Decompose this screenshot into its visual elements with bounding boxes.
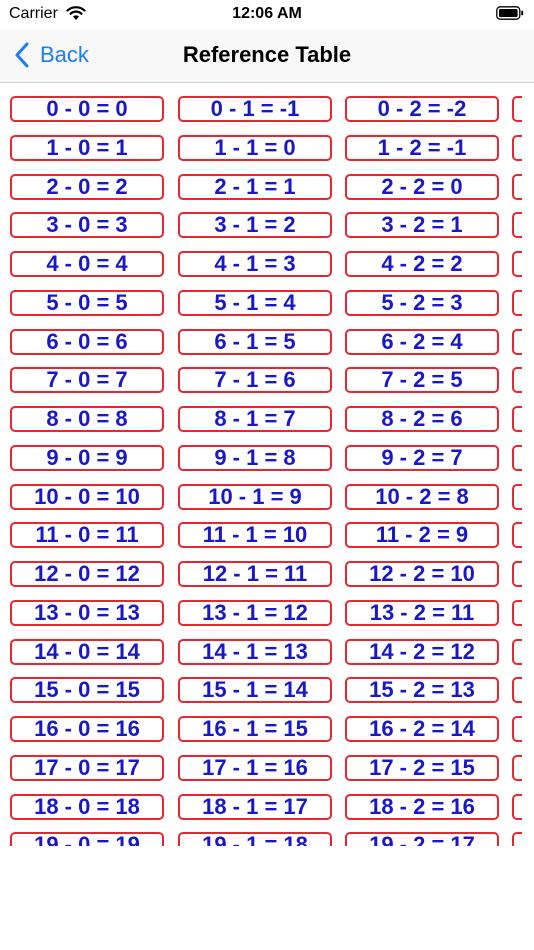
table-cell: 10 - 1 = 9 [178, 483, 332, 510]
table-cell: 3 - 1 = 2 [178, 212, 332, 239]
table-cell-offscreen [512, 716, 522, 742]
table-cell: 19 - 0 = 19 [10, 832, 164, 846]
table-cell: 4 - 0 = 4 [10, 251, 164, 277]
table-cell-offscreen [512, 832, 522, 846]
table-cell-offscreen [512, 599, 522, 626]
table-cell: 6 - 0 = 6 [10, 328, 164, 355]
table-cell-offscreen [512, 406, 522, 432]
table-cell-offscreen [512, 522, 522, 549]
page-title: Reference Table [182, 42, 352, 67]
table-cell: 18 - 1 = 17 [178, 793, 332, 820]
table-cell: 5 - 0 = 5 [10, 289, 164, 316]
table-cell: 15 - 0 = 15 [10, 677, 164, 704]
table-cell: 9 - 2 = 7 [345, 444, 499, 471]
table-cell: 1 - 2 = -1 [345, 134, 499, 161]
table-cell-offscreen [512, 328, 522, 355]
table-cell: 17 - 2 = 15 [345, 754, 499, 781]
table-cell: 7 - 2 = 5 [345, 367, 499, 394]
table-cell: 2 - 1 = 1 [178, 173, 332, 200]
table-cell: 0 - 0 = 0 [10, 96, 164, 122]
table-cell-offscreen [512, 212, 522, 239]
table-cell: 3 - 2 = 1 [345, 212, 499, 239]
table-cell: 0 - 1 = -1 [178, 96, 332, 122]
table-cell: 2 - 0 = 2 [10, 173, 164, 200]
table-cell: 11 - 0 = 11 [10, 522, 164, 549]
table-cell: 18 - 0 = 18 [10, 793, 164, 820]
table-cell: 8 - 0 = 8 [10, 406, 164, 432]
table-cell: 4 - 1 = 3 [178, 251, 332, 277]
table-cell: 12 - 2 = 10 [345, 561, 499, 587]
battery-icon [496, 6, 524, 20]
table-cell: 0 - 2 = -2 [345, 96, 499, 122]
table-cell: 5 - 1 = 4 [178, 289, 332, 316]
table-cell-offscreen [512, 483, 522, 510]
table-cell: 15 - 2 = 13 [345, 677, 499, 704]
table-cell-offscreen [512, 444, 522, 471]
table-cell: 1 - 0 = 1 [10, 134, 164, 161]
table-cell: 17 - 0 = 17 [10, 754, 164, 781]
table-cell: 4 - 2 = 2 [345, 251, 499, 277]
table-cell: 9 - 1 = 8 [178, 444, 332, 471]
table-cell: 10 - 2 = 8 [345, 483, 499, 510]
table-cell-offscreen [512, 289, 522, 316]
table-cell-offscreen [512, 638, 522, 665]
reference-table[interactable]: 0 - 0 = 0 1 - 0 = 1 2 - 0 = 2 3 - 0 = 3 4 - … [0, 90, 522, 846]
table-cell: 13 - 0 = 13 [10, 599, 164, 626]
table-cell: 10 - 0 = 10 [10, 483, 164, 510]
table-cell: 16 - 0 = 16 [10, 716, 164, 742]
table-cell: 12 - 1 = 11 [178, 561, 332, 587]
table-cell: 3 - 0 = 3 [10, 212, 164, 239]
table-cell-offscreen [512, 677, 522, 704]
navigation-bar: Back Reference Table [0, 30, 534, 83]
table-cell-offscreen [512, 96, 522, 122]
table-cell: 8 - 1 = 7 [178, 406, 332, 432]
table-cell: 11 - 1 = 10 [178, 522, 332, 549]
table-cell: 12 - 0 = 12 [10, 561, 164, 587]
table-cell: 19 - 2 = 17 [345, 832, 499, 846]
table-cell-offscreen [512, 793, 522, 820]
status-bar: Carrier 12:06 AM [0, 0, 534, 30]
table-cell-offscreen [512, 367, 522, 394]
table-cell-offscreen [512, 561, 522, 587]
table-cell: 16 - 1 = 15 [178, 716, 332, 742]
table-cell-offscreen [512, 754, 522, 781]
table-cell: 13 - 1 = 12 [178, 599, 332, 626]
table-cell: 6 - 2 = 4 [345, 328, 499, 355]
table-cell: 16 - 2 = 14 [345, 716, 499, 742]
table-cell: 7 - 0 = 7 [10, 367, 164, 394]
clock: 12:06 AM [232, 5, 302, 22]
table-cell: 8 - 2 = 6 [345, 406, 499, 432]
table-cell: 5 - 2 = 3 [345, 289, 499, 316]
table-cell: 19 - 1 = 18 [178, 832, 332, 846]
table-cell: 14 - 2 = 12 [345, 638, 499, 665]
table-cell: 9 - 0 = 9 [10, 444, 164, 471]
table-cell: 14 - 1 = 13 [178, 638, 332, 665]
table-cell: 13 - 2 = 11 [345, 599, 499, 626]
table-cell: 11 - 2 = 9 [345, 522, 499, 549]
table-cell: 6 - 1 = 5 [178, 328, 332, 355]
table-cell: 17 - 1 = 16 [178, 754, 332, 781]
table-cell: 14 - 0 = 14 [10, 638, 164, 665]
table-cell-offscreen [512, 251, 522, 277]
table-cell: 15 - 1 = 14 [178, 677, 332, 704]
table-cell: 7 - 1 = 6 [178, 367, 332, 394]
table-cell: 1 - 1 = 0 [178, 134, 332, 161]
table-cell-offscreen [512, 134, 522, 161]
table-cell-offscreen [512, 173, 522, 200]
table-cell: 18 - 2 = 16 [345, 793, 499, 820]
table-cell: 2 - 2 = 0 [345, 173, 499, 200]
